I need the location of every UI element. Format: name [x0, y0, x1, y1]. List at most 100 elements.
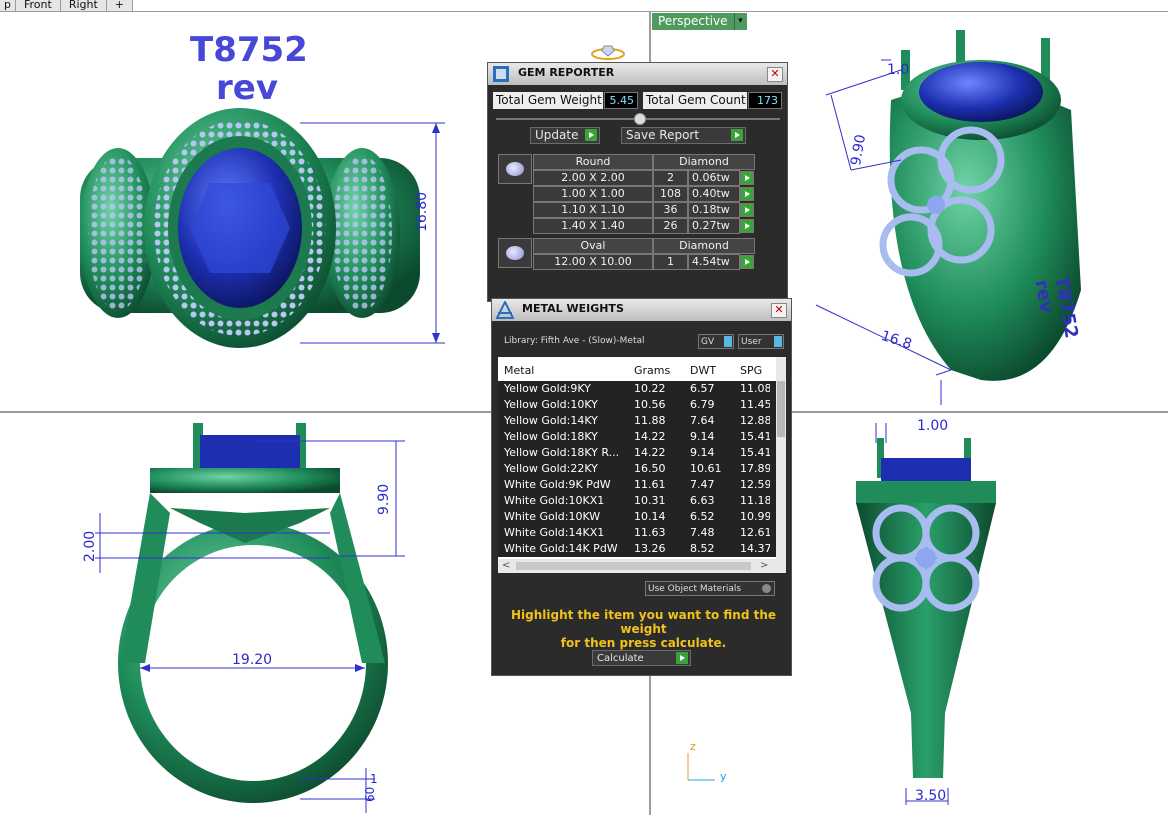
scrollbar-thumb[interactable]	[777, 381, 785, 437]
update-button-label: Update	[535, 128, 579, 142]
col-metal[interactable]: Metal	[504, 361, 534, 381]
gem-row-size[interactable]: 1.10 X 1.10	[533, 202, 653, 218]
cell-spg: 12.88	[740, 414, 770, 427]
scroll-left-icon[interactable]: <	[502, 560, 510, 571]
gem-row-size[interactable]: 12.00 X 10.00	[533, 254, 653, 270]
save-report-button-label: Save Report	[626, 128, 700, 142]
gem-row-select-button[interactable]	[740, 255, 754, 269]
table-row[interactable]: White Gold:10KX1 10.31 6.63 11.18	[498, 493, 778, 509]
front-dimension-c: 19.20	[232, 652, 273, 668]
calculate-hint-line-1: Highlight the item you want to find the …	[510, 608, 777, 636]
gem-report-icon	[493, 66, 509, 82]
total-count-label: Total Gem Count	[643, 92, 747, 109]
radio-icon	[762, 584, 771, 593]
gem-row-select-button[interactable]	[740, 203, 754, 217]
col-spg[interactable]: SPG	[740, 361, 762, 381]
gem-row-select-button[interactable]	[740, 171, 754, 185]
table-row[interactable]: White Gold:14K PdW 13.26 8.52 14.37	[498, 541, 778, 557]
cell-grams: 14.22	[634, 430, 666, 443]
update-button[interactable]: Update	[530, 127, 600, 144]
table-row[interactable]: White Gold:14KX1 11.63 7.48 12.61	[498, 525, 778, 541]
metal-table[interactable]: Metal Grams DWT SPG Yellow Gold:9KY 10.22…	[498, 357, 786, 573]
table-row[interactable]: Yellow Gold:22KY 16.50 10.61 17.89	[498, 461, 778, 477]
gem-row-size[interactable]: 1.40 X 1.40	[533, 218, 653, 234]
top-view-dimension: 16.80	[414, 191, 430, 232]
scrollbar-thumb-h[interactable]	[516, 562, 751, 570]
gem-row-tw: 0.18tw	[688, 202, 740, 218]
cell-dwt: 6.79	[690, 398, 715, 411]
table-row[interactable]: Yellow Gold:18KY 14.22 9.14 15.41	[498, 429, 778, 445]
cell-spg: 15.41	[740, 446, 770, 459]
cell-grams: 10.14	[634, 510, 666, 523]
cell-metal: Yellow Gold:10KY	[504, 398, 598, 411]
cell-grams: 14.22	[634, 446, 666, 459]
save-report-button[interactable]: Save Report	[621, 127, 746, 144]
metal-weights-title: METAL WEIGHTS	[522, 302, 624, 315]
table-row[interactable]: Yellow Gold:10KY 10.56 6.79 11.45	[498, 397, 778, 413]
use-object-materials-toggle[interactable]: Use Object Materials	[645, 581, 775, 596]
size-slider[interactable]	[496, 113, 780, 125]
oval-gem-icon	[498, 238, 532, 268]
cell-grams: 16.50	[634, 462, 666, 475]
calculate-button[interactable]: Calculate	[592, 650, 691, 666]
gem-row-select-button[interactable]	[740, 219, 754, 233]
cell-spg: 11.18	[740, 494, 770, 507]
right-dimension-b: 3.50	[915, 788, 947, 804]
cell-dwt: 10.61	[690, 462, 722, 475]
close-icon[interactable]: ✕	[771, 303, 787, 318]
group-2-material: Diamond	[653, 238, 755, 254]
cell-grams: 10.31	[634, 494, 666, 507]
close-icon[interactable]: ✕	[767, 67, 783, 82]
group-1-shape: Round	[533, 154, 653, 170]
gem-row-count: 108	[653, 186, 688, 202]
cell-spg: 12.59	[740, 478, 770, 491]
cell-dwt: 6.52	[690, 510, 715, 523]
horizontal-scrollbar[interactable]: < >	[498, 559, 786, 573]
cell-grams: 13.26	[634, 542, 666, 555]
cell-dwt: 9.14	[690, 446, 715, 459]
cell-dwt: 7.64	[690, 414, 715, 427]
cell-grams: 11.63	[634, 526, 666, 539]
table-row[interactable]: Yellow Gold:14KY 11.88 7.64 12.88	[498, 413, 778, 429]
table-row[interactable]: Yellow Gold:9KY 10.22 6.57 11.08	[498, 381, 778, 397]
user-toggle[interactable]: User	[738, 334, 784, 349]
cell-spg: 17.89	[740, 462, 770, 475]
calculate-button-label: Calculate	[597, 653, 644, 664]
vertical-scrollbar[interactable]	[776, 357, 786, 559]
gem-row-select-button[interactable]	[740, 187, 754, 201]
user-toggle-label: User	[741, 337, 762, 347]
persp-dimension-a: 1.0	[887, 62, 910, 78]
table-row[interactable]: Yellow Gold:18KY R... 14.22 9.14 15.41	[498, 445, 778, 461]
gem-row-count: 26	[653, 218, 688, 234]
cell-metal: Yellow Gold:22KY	[504, 462, 598, 475]
cell-spg: 12.61	[740, 526, 770, 539]
group-2-shape: Oval	[533, 238, 653, 254]
col-dwt[interactable]: DWT	[690, 361, 716, 381]
chevron-down-icon[interactable]: ▾	[733, 13, 747, 30]
gv-toggle-label: GV	[701, 337, 715, 347]
perspective-selector[interactable]: Perspective ▾	[652, 13, 747, 30]
table-row[interactable]: White Gold:10KW 10.14 6.52 10.99	[498, 509, 778, 525]
gem-row-tw: 0.27tw	[688, 218, 740, 234]
cell-metal: Yellow Gold:18KY	[504, 430, 598, 443]
gv-toggle[interactable]: GV	[698, 334, 734, 349]
cell-spg: 14.37	[740, 542, 770, 555]
gem-row-size[interactable]: 1.00 X 1.00	[533, 186, 653, 202]
total-weight-label: Total Gem Weight	[493, 92, 603, 109]
metal-table-header: Metal Grams DWT SPG	[498, 361, 778, 381]
cell-metal: Yellow Gold:18KY R...	[504, 446, 620, 459]
scroll-right-icon[interactable]: >	[760, 560, 768, 571]
cell-dwt: 7.47	[690, 478, 715, 491]
table-row[interactable]: White Gold:9K PdW 11.61 7.47 12.59	[498, 477, 778, 493]
col-grams[interactable]: Grams	[634, 361, 670, 381]
total-count-value: 173	[748, 92, 782, 109]
slider-handle[interactable]	[634, 113, 646, 125]
calculate-hint-line-2: for then press calculate.	[560, 636, 727, 650]
gem-row-size[interactable]: 2.00 X 2.00	[533, 170, 653, 186]
calculate-hint: Highlight the item you want to find the …	[506, 608, 781, 650]
metal-scale-icon	[496, 301, 514, 319]
gem-row-count: 36	[653, 202, 688, 218]
axis-z-label: z	[690, 740, 696, 753]
cell-spg: 10.99	[740, 510, 770, 523]
cell-spg: 15.41	[740, 430, 770, 443]
